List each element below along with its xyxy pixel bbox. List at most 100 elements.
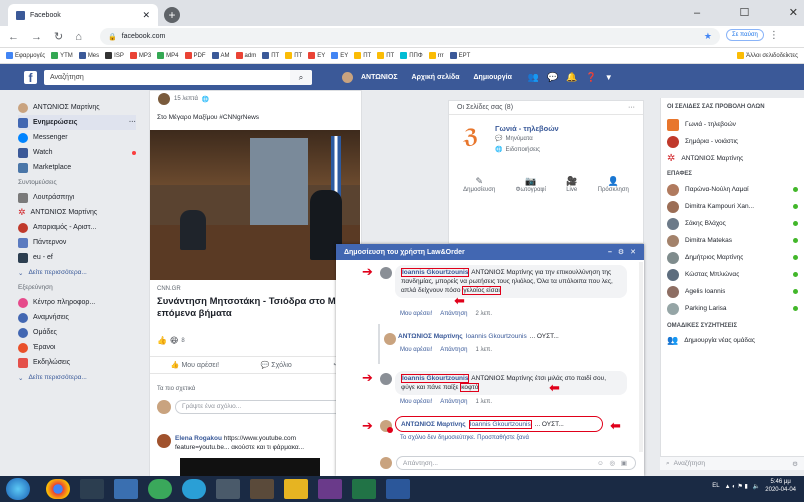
media-icon[interactable] [216,479,240,499]
chat-header[interactable]: Δημοσίευση του χρήστη Law&Order – ⚙ ✕ [336,244,644,260]
contact-item[interactable]: Παρώνα-Νούλη Λαμαί [661,181,804,198]
shortcut-item[interactable]: Απαριαμός - Αριστ... [18,220,136,235]
shortcut-item[interactable]: eu - ef [18,250,136,265]
menu-dots-icon[interactable]: ⋮ [769,30,779,41]
minimize-icon[interactable]: – [608,249,612,256]
contacts-search[interactable]: ⌕ Αναζήτηση ⚙ [660,456,804,470]
explore-item[interactable]: Κέντρο πληροφορ... [18,295,136,310]
facebook-logo-icon[interactable]: f [24,71,37,85]
address-bar[interactable]: 🔒 facebook.com ★ [100,28,720,45]
more-options-icon[interactable]: ··· [628,104,635,111]
app-icon[interactable] [80,479,104,499]
comment-tag[interactable]: Ioannis Gkourtzounis [466,333,527,340]
bookmark-item[interactable]: ΙSP [105,52,124,59]
sidebar-item-marketplace[interactable]: Marketplace [18,160,136,175]
comment-author[interactable]: Ioannis Gkourtzounis [401,268,470,277]
bookmark-item[interactable]: YTM [51,52,73,59]
contact-item[interactable]: Dimitra Kampouri Xan... [661,198,804,215]
app-icon[interactable] [250,479,274,499]
contact-item[interactable]: Κώστας Μπλιώνας [661,266,804,283]
avatar[interactable] [342,72,353,83]
bookmark-item[interactable]: ΠΤ [262,52,279,59]
word-icon[interactable] [386,479,410,499]
link-headline[interactable]: Συνάντηση Μητσοτάκη - Τσιόδρα στο Μ επόμ… [157,296,342,320]
bookmark-item[interactable]: AM [211,52,230,59]
bookmark-star-icon[interactable]: ★ [704,31,712,42]
account-menu-icon[interactable]: ▼ [605,73,613,82]
search-icon[interactable]: ⌕ [290,70,312,85]
bookmark-item[interactable]: ΠΠΦ [400,52,423,59]
bookmark-item[interactable]: MP4 [157,52,179,59]
contact-item[interactable]: Dimitra Matekas [661,232,804,249]
chat-scrollbar[interactable] [639,262,643,452]
new-tab-button[interactable]: + [164,7,180,23]
help-icon[interactable]: ❓ [586,72,597,83]
like-link[interactable]: Μου αρέσει! [400,399,432,405]
bookmark-item[interactable]: rrr [428,52,444,59]
profile-button[interactable]: Σε παύση [726,29,764,41]
reply-input[interactable]: Απάντηση... ☺ ◎ ▣ [396,456,636,470]
post-photo[interactable] [150,130,360,280]
chrome-icon[interactable] [46,479,70,499]
reload-icon[interactable]: ↻ [54,30,63,43]
shortcut-item[interactable]: Πάντερνον [18,235,136,250]
comment-tag[interactable]: Ioannis Gkourtzounis [468,419,532,429]
forward-icon[interactable]: → [31,31,42,43]
contact-page-item[interactable]: ✲ ΑΝΤΩΝΙΟΣ Μαρτίνης [661,150,804,167]
page-messages[interactable]: 💬 Μηνύματα [495,134,559,145]
back-icon[interactable]: ← [8,31,19,43]
contact-item[interactable]: Parking Larisa [661,300,804,317]
app-icon[interactable] [182,479,206,499]
bookmark-item[interactable]: adm [235,52,256,59]
page-notifications[interactable]: 🌐 Ειδοποιήσεις [495,145,559,156]
clock[interactable]: 5:46 μμ 2020-04-04 [765,478,796,494]
like-link[interactable]: Μου αρέσει! [400,311,432,317]
bookmark-item[interactable]: MP3 [129,52,151,59]
app-icon[interactable] [148,479,172,499]
comment-author[interactable]: Ioannis Gkourtzounis [401,374,470,383]
comment-failed-notice[interactable]: Το σχόλιο δεν δημοσιεύτηκε. Προσπαθήστε … [400,435,529,441]
bookmark-item[interactable]: EY [331,52,348,59]
page-action-live[interactable]: 🎥 Live [566,176,577,193]
sort-comments[interactable]: Τα πιο σχετικά [157,386,195,392]
home-icon[interactable]: ⌂ [75,31,82,43]
explore-item[interactable]: Έρανοι [18,340,136,355]
gear-icon[interactable]: ⚙ [618,248,624,256]
explore-item[interactable]: Ομάδες [18,325,136,340]
contact-item[interactable]: Agelis Ioannis [661,283,804,300]
facebook-search-input[interactable]: Αναζήτηση [44,70,312,85]
shortcut-item[interactable]: Λουτράσπηγι [18,190,136,205]
post-time[interactable]: 15 λεπτά [174,96,198,102]
bookmark-item[interactable]: PDF [184,52,206,59]
other-bookmarks[interactable]: Άλλοι σελιδοδείκτες [737,52,798,59]
close-icon[interactable]: ✕ [630,248,636,256]
create-group-button[interactable]: 👥 Δημιουργία νέας ομάδας [661,332,804,349]
like-button[interactable]: 👍 Μου αρέσει! [171,361,219,369]
bookmark-item[interactable]: ΠΤ [285,52,302,59]
contact-item[interactable]: Σάκης Βλάχος [661,215,804,232]
messenger-icon[interactable]: 💬 [547,72,558,83]
reactions[interactable]: 👍 😆 8 [157,336,185,345]
maximize-icon[interactable]: ☐ [740,6,750,19]
excel-icon[interactable] [352,479,376,499]
reply-link[interactable]: Απάντηση [440,399,467,405]
page-action-post[interactable]: ✎ Δημοσίευση [463,176,495,193]
gear-icon[interactable]: ⚙ [792,460,798,468]
reply-link[interactable]: Απάντηση [440,347,467,353]
contact-item[interactable]: Δημήτριος Μαρτίνης [661,249,804,266]
sidebar-item-news-feed[interactable]: Ενημερώσεις ··· [18,115,136,130]
folder-icon[interactable] [284,479,308,499]
minimize-icon[interactable]: – [694,7,700,19]
sidebar-item-profile[interactable]: ΑΝΤΩΝΙΟΣ Μαρτίνης [18,100,136,115]
bookmark-item[interactable]: Εφαρμογές [6,52,45,59]
comment-button[interactable]: 💬 Σχόλιο [261,361,292,369]
like-link[interactable]: Μου αρέσει! [400,347,432,353]
shortcuts-see-more[interactable]: ⌄ Δείτε περισσότερα... [18,265,136,280]
write-comment-input[interactable]: Γράψτε ένα σχόλιο... [175,400,345,414]
explore-item[interactable]: Αναμνήσεις [18,310,136,325]
bookmark-item[interactable]: EY [308,52,325,59]
bookmark-item[interactable]: Mes [78,52,99,59]
browser-tab[interactable]: Facebook ✕ [8,4,158,26]
explore-item[interactable]: Εκδηλώσεις [18,355,136,370]
document-icon[interactable] [114,479,138,499]
